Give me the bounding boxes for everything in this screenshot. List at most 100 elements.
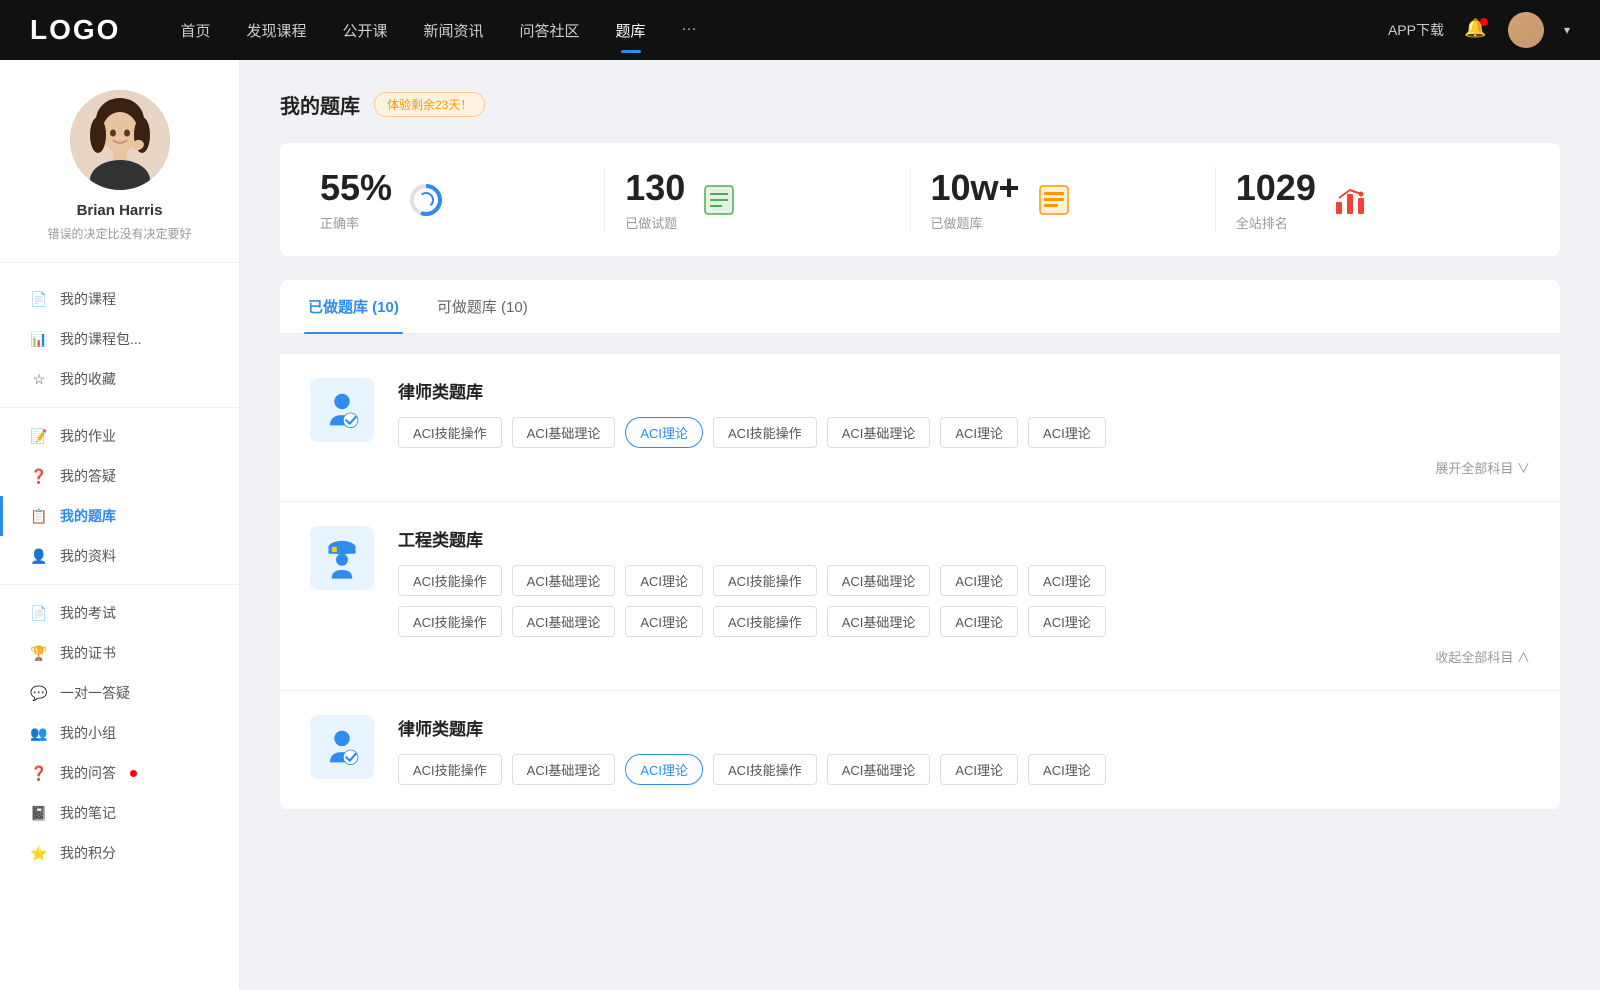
- qbank-name-2: 工程类题库: [398, 526, 1530, 551]
- main-header: LOGO 首页 发现课程 公开课 新闻资讯 问答社区 题库 ··· APP下载 …: [0, 0, 1600, 60]
- course-package-icon: 📊: [30, 330, 48, 348]
- qbank-icon-lawyer-1: [310, 378, 374, 442]
- notes-icon: 📓: [30, 804, 48, 822]
- sidebar-item-1on1-qa[interactable]: 💬 一对一答疑: [0, 673, 239, 713]
- nav-more[interactable]: ···: [682, 16, 697, 45]
- profile-icon: 👤: [30, 547, 48, 565]
- page-title-row: 我的题库 体验剩余23天！: [280, 90, 1560, 119]
- tag-1-5[interactable]: ACI基础理论: [827, 417, 931, 448]
- qbank-item-3: 律师类题库 ACI技能操作 ACI基础理论 ACI理论 ACI技能操作 ACI基…: [280, 691, 1560, 810]
- tag-2-1-3[interactable]: ACI理论: [625, 565, 703, 596]
- sidebar-item-profile[interactable]: 👤 我的资料: [0, 536, 239, 576]
- qbank-icon-engineer: [310, 526, 374, 590]
- sidebar-item-exam[interactable]: 📄 我的考试: [0, 593, 239, 633]
- sidebar-item-certificate[interactable]: 🏆 我的证书: [0, 633, 239, 673]
- sidebar-item-qbank[interactable]: 📋 我的题库: [0, 496, 239, 536]
- logo: LOGO: [30, 14, 120, 46]
- tab-done-banks[interactable]: 已做题库 (10): [304, 280, 403, 333]
- nav-open-course[interactable]: 公开课: [342, 16, 387, 45]
- nav-qa[interactable]: 问答社区: [520, 16, 580, 45]
- sidebar-item-course-package[interactable]: 📊 我的课程包...: [0, 319, 239, 359]
- tag-2-2-1[interactable]: ACI技能操作: [398, 606, 502, 637]
- qbank-section: 已做题库 (10) 可做题库 (10): [280, 280, 1560, 810]
- tag-1-2[interactable]: ACI基础理论: [512, 417, 616, 448]
- 1on1-icon: 💬: [30, 684, 48, 702]
- points-icon: ⭐: [30, 844, 48, 862]
- tag-2-1-6[interactable]: ACI理论: [940, 565, 1018, 596]
- favorites-icon: ☆: [30, 370, 48, 388]
- nav-qbank[interactable]: 题库: [616, 16, 646, 45]
- tag-2-2-5[interactable]: ACI基础理论: [827, 606, 931, 637]
- tag-2-2-2[interactable]: ACI基础理论: [512, 606, 616, 637]
- stat-ranking-icon: [1332, 182, 1368, 218]
- stat-done-questions-icon: [701, 182, 737, 218]
- sidebar-item-homework[interactable]: 📝 我的作业: [0, 416, 239, 456]
- stat-done-banks: 10w+ 已做题库: [911, 167, 1216, 232]
- tag-1-1[interactable]: ACI技能操作: [398, 417, 502, 448]
- tag-2-1-7[interactable]: ACI理论: [1028, 565, 1106, 596]
- my-qa-dot: [130, 770, 137, 777]
- page-title: 我的题库: [280, 90, 360, 119]
- notification-dot: [1480, 18, 1488, 26]
- qbank-tags-2-row2: ACI技能操作 ACI基础理论 ACI理论 ACI技能操作 ACI基础理论 AC…: [398, 606, 1530, 637]
- tag-3-6[interactable]: ACI理论: [940, 754, 1018, 785]
- sidebar-item-my-course[interactable]: 📄 我的课程: [0, 279, 239, 319]
- tag-1-4[interactable]: ACI技能操作: [713, 417, 817, 448]
- stat-accuracy: 55% 正确率: [320, 167, 605, 232]
- sidebar-divider-1: [0, 407, 239, 408]
- tab-available-banks[interactable]: 可做题库 (10): [433, 280, 532, 333]
- qbank-info-1: 律师类题库 ACI技能操作 ACI基础理论 ACI理论 ACI技能操作 ACI基…: [398, 378, 1530, 477]
- tag-2-2-7[interactable]: ACI理论: [1028, 606, 1106, 637]
- tag-2-2-3[interactable]: ACI理论: [625, 606, 703, 637]
- tag-2-2-6[interactable]: ACI理论: [940, 606, 1018, 637]
- sidebar-item-points[interactable]: ⭐ 我的积分: [0, 833, 239, 873]
- expand-btn-2[interactable]: 收起全部科目 ∧: [398, 647, 1530, 666]
- certificate-icon: 🏆: [30, 644, 48, 662]
- tag-1-7[interactable]: ACI理论: [1028, 417, 1106, 448]
- tag-1-3[interactable]: ACI理论: [625, 417, 703, 448]
- my-qa-icon: ❓: [30, 764, 48, 782]
- sidebar-avatar: [70, 90, 170, 190]
- sidebar-item-qa[interactable]: ❓ 我的答疑: [0, 456, 239, 496]
- user-avatar[interactable]: [1508, 12, 1544, 48]
- qbank-tags-2-row1: ACI技能操作 ACI基础理论 ACI理论 ACI技能操作 ACI基础理论 AC…: [398, 565, 1530, 596]
- notification-bell[interactable]: [1464, 18, 1488, 42]
- main-content: 我的题库 体验剩余23天！ 55% 正确率: [240, 60, 1600, 990]
- expand-btn-1[interactable]: 展开全部科目 ∨: [398, 458, 1530, 477]
- tag-3-5[interactable]: ACI基础理论: [827, 754, 931, 785]
- exam-icon: 📄: [30, 604, 48, 622]
- qbank-info-2: 工程类题库 ACI技能操作 ACI基础理论 ACI理论 ACI技能操作 ACI基…: [398, 526, 1530, 666]
- tag-3-7[interactable]: ACI理论: [1028, 754, 1106, 785]
- sidebar-item-group[interactable]: 👥 我的小组: [0, 713, 239, 753]
- app-download-btn[interactable]: APP下载: [1388, 20, 1444, 40]
- stat-accuracy-label: 正确率: [320, 213, 392, 232]
- tag-2-1-1[interactable]: ACI技能操作: [398, 565, 502, 596]
- tag-1-6[interactable]: ACI理论: [940, 417, 1018, 448]
- tag-3-2[interactable]: ACI基础理论: [512, 754, 616, 785]
- nav-home[interactable]: 首页: [180, 16, 210, 45]
- sidebar-user-name: Brian Harris: [77, 202, 163, 219]
- tag-3-3[interactable]: ACI理论: [625, 754, 703, 785]
- tag-2-1-2[interactable]: ACI基础理论: [512, 565, 616, 596]
- page-wrapper: Brian Harris 错误的决定比没有决定要好 📄 我的课程 📊 我的课程包…: [0, 60, 1600, 990]
- my-course-icon: 📄: [30, 290, 48, 308]
- nav-news[interactable]: 新闻资讯: [424, 16, 484, 45]
- tag-3-4[interactable]: ACI技能操作: [713, 754, 817, 785]
- qbank-info-3: 律师类题库 ACI技能操作 ACI基础理论 ACI理论 ACI技能操作 ACI基…: [398, 715, 1530, 785]
- stat-done-banks-icon: [1036, 182, 1072, 218]
- sidebar-item-my-qa[interactable]: ❓ 我的问答: [0, 753, 239, 793]
- sidebar-item-notes[interactable]: 📓 我的笔记: [0, 793, 239, 833]
- tag-2-1-5[interactable]: ACI基础理论: [827, 565, 931, 596]
- stat-done-questions-label: 已做试题: [625, 213, 685, 232]
- tag-2-1-4[interactable]: ACI技能操作: [713, 565, 817, 596]
- qbank-tags-1: ACI技能操作 ACI基础理论 ACI理论 ACI技能操作 ACI基础理论 AC…: [398, 417, 1530, 448]
- tag-3-1[interactable]: ACI技能操作: [398, 754, 502, 785]
- stat-done-banks-label: 已做题库: [931, 213, 1020, 232]
- sidebar-item-favorites[interactable]: ☆ 我的收藏: [0, 359, 239, 399]
- stat-accuracy-icon: [408, 182, 444, 218]
- tabs-row: 已做题库 (10) 可做题库 (10): [280, 280, 1560, 334]
- nav-discover[interactable]: 发现课程: [246, 16, 306, 45]
- tag-2-2-4[interactable]: ACI技能操作: [713, 606, 817, 637]
- qbank-name-3: 律师类题库: [398, 715, 1530, 740]
- user-menu-chevron[interactable]: ▾: [1564, 23, 1570, 37]
